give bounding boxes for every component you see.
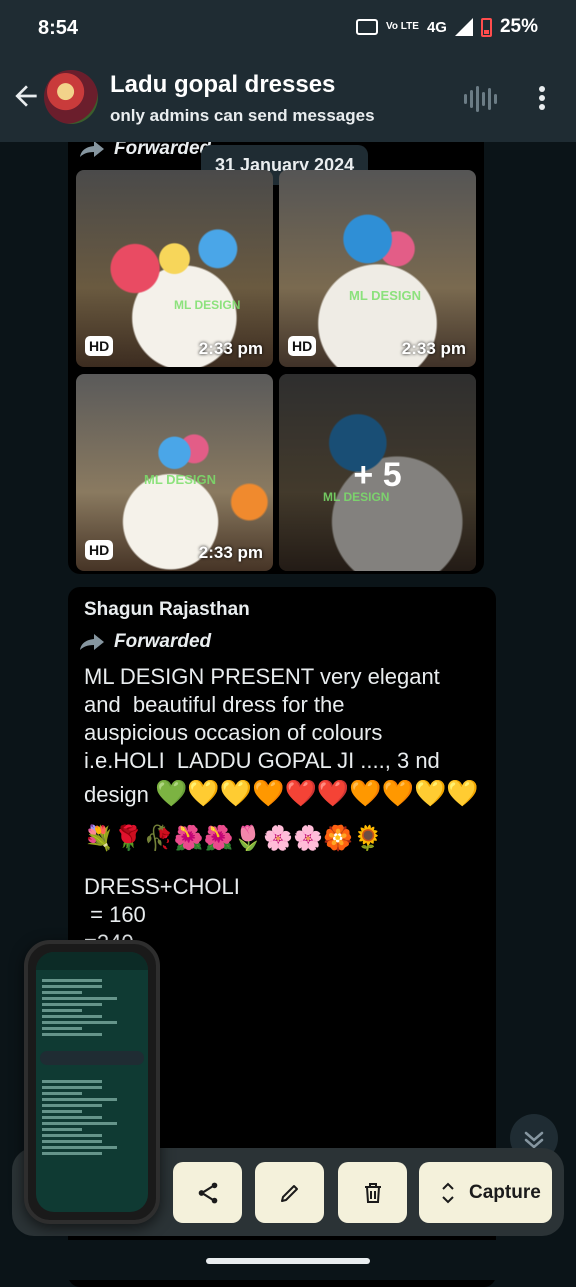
status-icons: Vo LTE 4G 25% [355,16,538,38]
photo-watermark: ML DESIGN [144,472,216,487]
network-label: 4G [426,18,447,36]
chat-header: Ladu gopal dresses only admins can send … [0,56,576,142]
hd-badge: HD [85,336,114,356]
home-indicator[interactable] [206,1258,370,1264]
album-photo[interactable]: ML DESIGN HD 2:33 pm [76,374,273,571]
channel-avatar[interactable] [44,70,98,124]
forwarded-label: Forwarded [80,631,211,653]
more-options-icon[interactable] [530,84,554,112]
navigation-bar [0,1240,576,1280]
forward-arrow-icon [80,142,104,157]
album-photo-more[interactable]: ML DESIGN + 5 [279,374,476,571]
sender-name[interactable]: Shagun Rajasthan [84,599,250,621]
screenshot-preview[interactable] [24,940,160,1224]
chat-title[interactable]: Ladu gopal dresses [110,71,335,99]
photo-watermark: ML DESIGN [174,298,241,312]
edit-button[interactable] [255,1162,324,1223]
voice-chat-icon[interactable] [464,86,497,112]
signal-icon [454,18,473,36]
forwarded-label: Forwarded [80,142,211,160]
chat-subtitle: only admins can send messages [110,106,375,125]
album-photo[interactable]: ML DESIGN HD 2:33 pm [76,170,273,367]
scroll-capture-button[interactable]: Capture [419,1162,552,1223]
share-icon [198,1182,217,1203]
hd-badge: HD [288,336,317,356]
photo-time: 2:33 pm [198,339,263,358]
trash-icon [364,1182,381,1203]
back-arrow-icon[interactable] [10,80,42,112]
status-bar: 8:54 Vo LTE 4G 25% [0,0,576,56]
expand-vertical-icon [442,1182,454,1203]
forward-arrow-icon [80,634,104,650]
capture-label: Capture [469,1181,541,1203]
pencil-icon [280,1184,298,1202]
battery-percent: 25% [499,16,538,37]
battery-icon [480,17,492,37]
share-button[interactable] [173,1162,242,1223]
photo-watermark: ML DESIGN [349,288,421,303]
message-flowers: 💐🌹🥀🌺🌺🌷🌸🌸🏵️🌻 [84,824,383,852]
photo-time: 2:33 pm [198,543,263,562]
delete-button[interactable] [338,1162,407,1223]
preview-thumbnail [36,952,148,1212]
photo-time: 2:33 pm [401,339,466,358]
volte-label: Vo LTE [385,21,419,32]
status-time: 8:54 [38,17,79,39]
more-photos-count: + 5 [353,456,402,494]
price-line: DRESS+CHOLI [84,874,240,899]
hd-badge: HD [85,540,114,560]
album-photo[interactable]: ML DESIGN HD 2:33 pm [279,170,476,367]
vibrate-icon [355,19,378,35]
price-line: = 160 [84,902,146,927]
message-hearts: 💚💛💛🧡❤️❤️🧡🧡💛💛 [154,779,479,809]
